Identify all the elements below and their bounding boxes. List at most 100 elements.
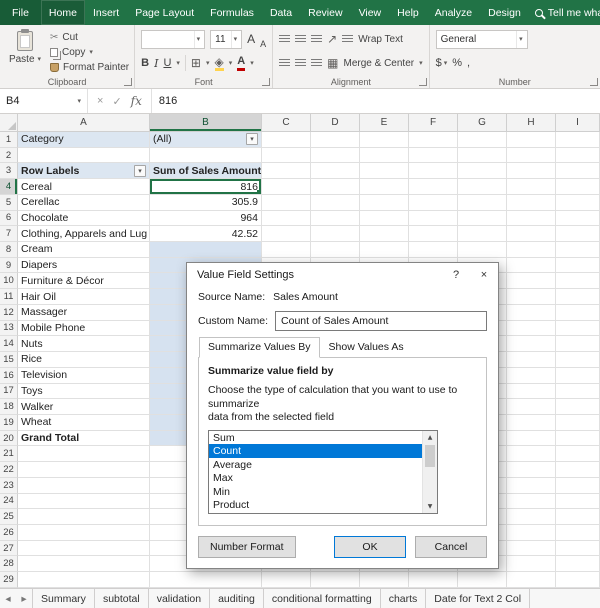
- cell-a17[interactable]: Toys: [18, 384, 150, 400]
- font-color-dropdown-icon[interactable]: ▾: [250, 60, 254, 67]
- cell-f8[interactable]: [409, 242, 458, 258]
- orientation-button[interactable]: ↗: [327, 33, 337, 45]
- row-header-20[interactable]: 20: [0, 431, 18, 447]
- column-header-c[interactable]: C: [262, 114, 311, 131]
- fill-color-button[interactable]: ◈: [215, 56, 224, 71]
- ribbon-tab-data[interactable]: Data: [262, 0, 300, 25]
- cell-g1[interactable]: [458, 132, 507, 148]
- cell-b5[interactable]: 305.9: [150, 195, 262, 211]
- cell-b6[interactable]: 964: [150, 211, 262, 227]
- cell-i26[interactable]: [556, 525, 600, 541]
- option-min[interactable]: Min: [209, 485, 422, 499]
- cell-e2[interactable]: [360, 148, 409, 164]
- dialog-tab-show-values-as[interactable]: Show Values As: [320, 337, 413, 358]
- cell-a2[interactable]: [18, 148, 150, 164]
- cell-h29[interactable]: [507, 572, 556, 588]
- cell-i3[interactable]: [556, 163, 600, 179]
- cell-h12[interactable]: [507, 305, 556, 321]
- column-header-b[interactable]: B: [150, 114, 262, 131]
- ribbon-tab-design[interactable]: Design: [480, 0, 529, 25]
- cell-i25[interactable]: [556, 509, 600, 525]
- cell-a13[interactable]: Mobile Phone: [18, 321, 150, 337]
- increase-font-button[interactable]: A: [247, 32, 255, 46]
- cell-a18[interactable]: Walker: [18, 399, 150, 415]
- font-name-select[interactable]: ▾: [141, 30, 205, 49]
- cell-c3[interactable]: [262, 163, 311, 179]
- option-sum[interactable]: Sum: [209, 431, 422, 445]
- cell-c5[interactable]: [262, 195, 311, 211]
- ribbon-tab-view[interactable]: View: [351, 0, 390, 25]
- merge-center-button[interactable]: Merge & Center: [344, 58, 415, 69]
- cancel-entry-icon[interactable]: ×: [97, 95, 103, 107]
- cell-a10[interactable]: Furniture & Décor: [18, 273, 150, 289]
- column-header-e[interactable]: E: [360, 114, 409, 131]
- align-center-button[interactable]: [295, 59, 306, 68]
- cell-a29[interactable]: [18, 572, 150, 588]
- font-size-select[interactable]: 11▾: [210, 30, 242, 49]
- row-header-17[interactable]: 17: [0, 384, 18, 400]
- cell-h1[interactable]: [507, 132, 556, 148]
- sheet-tab-subtotal[interactable]: subtotal: [95, 589, 149, 608]
- cell-a4[interactable]: Cereal: [18, 179, 150, 195]
- cell-h26[interactable]: [507, 525, 556, 541]
- cell-d3[interactable]: [311, 163, 360, 179]
- cancel-button[interactable]: Cancel: [415, 536, 487, 558]
- cell-h16[interactable]: [507, 368, 556, 384]
- italic-button[interactable]: I: [154, 57, 158, 70]
- clipboard-dialog-launcher[interactable]: [124, 78, 132, 86]
- paste-button[interactable]: Paste▾: [5, 28, 45, 74]
- cell-i19[interactable]: [556, 415, 600, 431]
- cell-i29[interactable]: [556, 572, 600, 588]
- cell-e29[interactable]: [360, 572, 409, 588]
- cell-h23[interactable]: [507, 478, 556, 494]
- cell-a15[interactable]: Rice: [18, 352, 150, 368]
- cell-d2[interactable]: [311, 148, 360, 164]
- cell-i1[interactable]: [556, 132, 600, 148]
- cell-a8[interactable]: Cream: [18, 242, 150, 258]
- row-header-24[interactable]: 24: [0, 494, 18, 510]
- copy-button[interactable]: Copy▾: [50, 46, 129, 60]
- format-painter-button[interactable]: Format Painter: [50, 60, 129, 74]
- cell-i12[interactable]: [556, 305, 600, 321]
- column-header-g[interactable]: G: [458, 114, 507, 131]
- cell-a14[interactable]: Nuts: [18, 336, 150, 352]
- cell-d7[interactable]: [311, 226, 360, 242]
- cell-f4[interactable]: [409, 179, 458, 195]
- row-header-2[interactable]: 2: [0, 148, 18, 164]
- insert-function-button[interactable]: fx: [131, 94, 142, 108]
- cell-f5[interactable]: [409, 195, 458, 211]
- cell-h21[interactable]: [507, 446, 556, 462]
- ribbon-tab-help[interactable]: Help: [389, 0, 427, 25]
- row-header-10[interactable]: 10: [0, 273, 18, 289]
- option-average[interactable]: Average: [209, 458, 422, 472]
- cell-h15[interactable]: [507, 352, 556, 368]
- cell-c7[interactable]: [262, 226, 311, 242]
- cell-a25[interactable]: [18, 509, 150, 525]
- align-left-button[interactable]: [279, 59, 290, 68]
- listbox-scrollbar[interactable]: ▲ ▼: [422, 431, 437, 513]
- cell-i14[interactable]: [556, 336, 600, 352]
- cell-e4[interactable]: [360, 179, 409, 195]
- cell-g8[interactable]: [458, 242, 507, 258]
- cell-a9[interactable]: Diapers: [18, 258, 150, 274]
- scroll-up-icon[interactable]: ▲: [423, 431, 437, 444]
- cell-a16[interactable]: Television: [18, 368, 150, 384]
- cell-h19[interactable]: [507, 415, 556, 431]
- row-header-23[interactable]: 23: [0, 478, 18, 494]
- cell-a1[interactable]: Category: [18, 132, 150, 148]
- font-color-button[interactable]: A: [237, 55, 245, 70]
- cell-a27[interactable]: [18, 541, 150, 557]
- cell-h11[interactable]: [507, 289, 556, 305]
- sheet-nav-right-icon[interactable]: ▸: [16, 589, 32, 608]
- align-middle-button[interactable]: [295, 35, 306, 44]
- borders-button[interactable]: ⊞: [191, 57, 201, 69]
- cell-i22[interactable]: [556, 462, 600, 478]
- cell-h28[interactable]: [507, 556, 556, 572]
- cell-a20[interactable]: Grand Total: [18, 431, 150, 447]
- row-header-21[interactable]: 21: [0, 446, 18, 462]
- cell-c2[interactable]: [262, 148, 311, 164]
- cell-b8[interactable]: [150, 242, 262, 258]
- pivot-page-dropdown-icon[interactable]: ▾: [246, 133, 258, 145]
- column-header-d[interactable]: D: [311, 114, 360, 131]
- row-header-12[interactable]: 12: [0, 305, 18, 321]
